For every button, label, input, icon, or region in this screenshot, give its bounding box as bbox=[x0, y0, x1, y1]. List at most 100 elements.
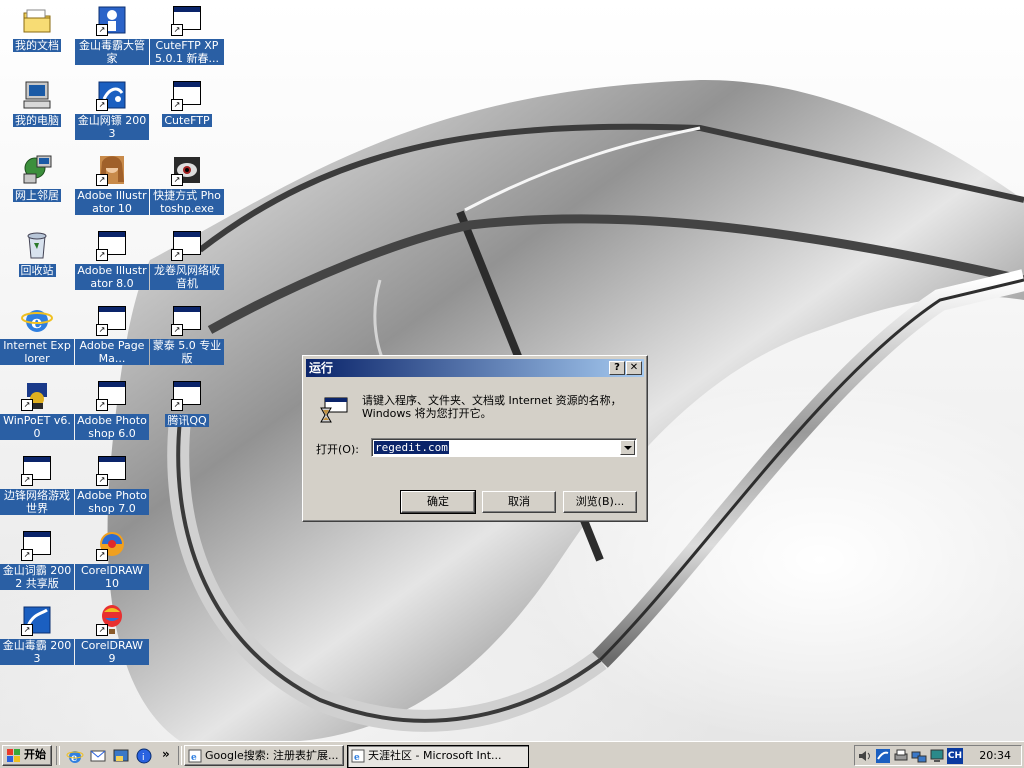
show-desktop-icon[interactable] bbox=[112, 747, 130, 765]
network-status-icon[interactable] bbox=[911, 748, 927, 764]
kingsoft-tray-icon[interactable] bbox=[875, 748, 891, 764]
window-icon: ↗ bbox=[171, 4, 203, 36]
kingsoft-firewall-logo-icon: ↗ bbox=[96, 79, 128, 111]
svg-text:e: e bbox=[71, 753, 77, 764]
close-button[interactable]: ✕ bbox=[626, 361, 642, 375]
bianfeng-games-icon[interactable]: ↗ 边锋网络游戏世界 bbox=[0, 454, 74, 515]
kingsoft-antivirus-manager-icon[interactable]: ↗ 金山毒霸大管家 bbox=[75, 4, 149, 65]
recycle-bin-icon[interactable]: 回收站 bbox=[0, 229, 74, 277]
icon-label: CorelDRAW 9 bbox=[75, 639, 149, 665]
kingsoft-antivirus-icon[interactable]: ↗ 金山毒霸 2003 bbox=[0, 604, 74, 665]
shortcut-arrow-icon: ↗ bbox=[96, 99, 108, 111]
my-computer-icon[interactable]: 我的电脑 bbox=[0, 79, 74, 127]
cuteftp-xp-icon[interactable]: ↗ CuteFTP XP 5.0.1 新春... bbox=[150, 4, 224, 65]
pagemaker-icon[interactable]: ↗ Adobe PageMa... bbox=[75, 304, 149, 365]
monitor-tray-icon[interactable] bbox=[929, 748, 945, 764]
kingsoft-manager-icon: ↗ bbox=[96, 4, 128, 36]
ie-page-icon: e bbox=[351, 749, 365, 763]
icon-label: 金山毒霸大管家 bbox=[75, 39, 149, 65]
shortcut-arrow-icon: ↗ bbox=[171, 249, 183, 261]
taskbar-button-google[interactable]: e Google搜索: 注册表扩展... bbox=[184, 745, 344, 766]
window-icon: ↗ bbox=[171, 379, 203, 411]
start-label: 开始 bbox=[24, 748, 46, 761]
icon-label: CuteFTP XP 5.0.1 新春... bbox=[150, 39, 224, 65]
svg-text:e: e bbox=[354, 753, 360, 763]
mengtai-icon[interactable]: ↗ 蒙泰 5.0 专业版 bbox=[150, 304, 224, 365]
kingsoft-powerword-icon[interactable]: ↗ 金山词霸 2002 共享版 bbox=[0, 529, 74, 590]
window-icon: ↗ bbox=[96, 304, 128, 336]
combobox-dropdown-button[interactable] bbox=[620, 440, 635, 455]
venus-portrait-icon: ↗ bbox=[96, 154, 128, 186]
tencent-qq-icon[interactable]: ↗ 腾讯QQ bbox=[150, 379, 224, 427]
run-instructions: 请键入程序、文件夹、文档或 Internet 资源的名称，Windows 将为您… bbox=[362, 394, 622, 420]
corel-balloon-icon: ↗ bbox=[96, 529, 128, 561]
help-button[interactable]: ? bbox=[609, 361, 625, 375]
illustrator-8-icon[interactable]: ↗ Adobe Illustrator 8.0 bbox=[75, 229, 149, 290]
system-tray: CH 20:34 bbox=[854, 745, 1022, 766]
tornado-radio-icon[interactable]: ↗ 龙卷风网络收音机 bbox=[150, 229, 224, 290]
my-documents-icon[interactable]: 我的文档 bbox=[0, 4, 74, 52]
start-button[interactable]: 开始 bbox=[2, 745, 52, 766]
icon-label: Adobe Photoshop 7.0 bbox=[75, 489, 149, 515]
run-dialog[interactable]: 运行 ? ✕ 请键入程序、文件夹、文档或 Internet 资源的名称，Wind… bbox=[302, 355, 648, 522]
shortcut-arrow-icon: ↗ bbox=[171, 24, 183, 36]
folder-icon bbox=[21, 4, 53, 36]
volume-icon[interactable] bbox=[857, 748, 873, 764]
window-icon: ↗ bbox=[96, 229, 128, 261]
ie-page-icon: e bbox=[188, 749, 202, 763]
shortcut-arrow-icon: ↗ bbox=[96, 174, 108, 186]
cuteftp-icon[interactable]: ↗ CuteFTP bbox=[150, 79, 224, 127]
icon-label: 网上邻居 bbox=[13, 189, 61, 202]
icon-label: 金山网镖 2003 bbox=[75, 114, 149, 140]
ie-logo-icon: e bbox=[21, 304, 53, 336]
open-command-combobox[interactable]: regedit.com bbox=[371, 438, 637, 457]
open-command-input[interactable]: regedit.com bbox=[374, 441, 449, 454]
coreldraw-9-icon[interactable]: ↗ CorelDRAW 9 bbox=[75, 604, 149, 665]
browse-button[interactable]: 浏览(B)... bbox=[563, 491, 637, 513]
cancel-button[interactable]: 取消 bbox=[482, 491, 556, 513]
taskbar-button-tianya[interactable]: e 天涯社区 - Microsoft Int... bbox=[347, 745, 529, 768]
shortcut-arrow-icon: ↗ bbox=[96, 474, 108, 486]
ok-button[interactable]: 确定 bbox=[400, 490, 476, 514]
ie-quicklaunch-icon[interactable]: e bbox=[66, 747, 84, 765]
run-dialog-title-bar[interactable]: 运行 ? ✕ bbox=[306, 359, 644, 377]
shortcut-arrow-icon: ↗ bbox=[96, 399, 108, 411]
illustrator-10-icon[interactable]: ↗ Adobe Illustrator 10 bbox=[75, 154, 149, 215]
quicklaunch-overflow-button[interactable]: » bbox=[162, 747, 170, 761]
shortcut-arrow-icon: ↗ bbox=[21, 399, 33, 411]
shortcut-arrow-icon: ↗ bbox=[21, 549, 33, 561]
icon-label: 蒙泰 5.0 专业版 bbox=[150, 339, 224, 365]
shortcut-arrow-icon: ↗ bbox=[96, 24, 108, 36]
coreldraw-10-icon[interactable]: ↗ CorelDRAW 10 bbox=[75, 529, 149, 590]
photoshop-7-icon[interactable]: ↗ Adobe Photoshop 7.0 bbox=[75, 454, 149, 515]
shortcut-arrow-icon: ↗ bbox=[21, 474, 33, 486]
kingsoft-firewall-icon[interactable]: ↗ 金山网镖 2003 bbox=[75, 79, 149, 140]
photoshop-shortcut-icon[interactable]: ↗ 快捷方式 Photoshp.exe bbox=[150, 154, 224, 215]
outlook-quicklaunch-icon[interactable] bbox=[89, 747, 107, 765]
shortcut-arrow-icon: ↗ bbox=[171, 174, 183, 186]
run-program-icon bbox=[317, 396, 349, 428]
input-language-indicator[interactable]: CH bbox=[947, 748, 963, 764]
icon-label: Adobe PageMa... bbox=[75, 339, 149, 365]
printer-icon[interactable] bbox=[893, 748, 909, 764]
media-player-icon[interactable]: i bbox=[135, 747, 153, 765]
shortcut-arrow-icon: ↗ bbox=[96, 249, 108, 261]
icon-label: 我的电脑 bbox=[13, 114, 61, 127]
window-icon: ↗ bbox=[171, 229, 203, 261]
winpoet-icon[interactable]: ↗ WinPoET v6.0 bbox=[0, 379, 74, 440]
internet-explorer-icon[interactable]: e Internet Explorer bbox=[0, 304, 74, 365]
window-icon: ↗ bbox=[21, 454, 53, 486]
window-icon: ↗ bbox=[171, 79, 203, 111]
icon-label: 回收站 bbox=[18, 264, 56, 277]
open-label: 打开(O): bbox=[316, 443, 359, 456]
winpoet-logo-icon: ↗ bbox=[21, 379, 53, 411]
icon-label: 快捷方式 Photoshp.exe bbox=[150, 189, 224, 215]
kingsoft-shield-icon: ↗ bbox=[21, 604, 53, 636]
trash-icon bbox=[21, 229, 53, 261]
window-icon: ↗ bbox=[96, 379, 128, 411]
network-icon bbox=[21, 154, 53, 186]
clock[interactable]: 20:34 bbox=[979, 749, 1011, 762]
icon-label: 金山词霸 2002 共享版 bbox=[0, 564, 74, 590]
photoshop-6-icon[interactable]: ↗ Adobe Photoshop 6.0 bbox=[75, 379, 149, 440]
network-places-icon[interactable]: 网上邻居 bbox=[0, 154, 74, 202]
